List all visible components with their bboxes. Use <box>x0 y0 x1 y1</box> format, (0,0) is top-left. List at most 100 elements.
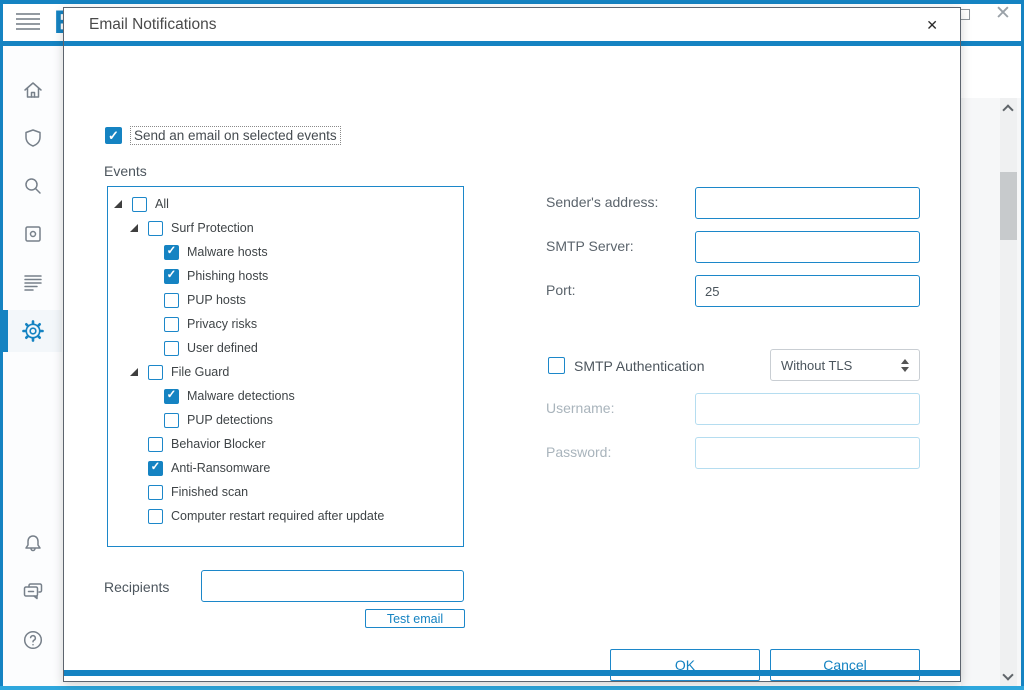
window-border-top <box>0 0 1024 4</box>
username-input[interactable] <box>695 393 920 425</box>
sidebar-item-scan[interactable] <box>3 165 62 207</box>
recipients-input[interactable] <box>201 570 464 602</box>
sidebar-item-help[interactable] <box>3 619 62 661</box>
password-input[interactable] <box>695 437 920 469</box>
tree-expanded-icon[interactable] <box>114 200 122 208</box>
ok-button[interactable]: OK <box>610 649 760 681</box>
select-updown-icon <box>901 359 909 372</box>
tls-selected-value: Without TLS <box>781 358 852 373</box>
tree-checkbox[interactable]: ✓ <box>164 389 179 404</box>
help-icon <box>21 628 45 652</box>
tree-checkbox[interactable]: ✓ <box>164 245 179 260</box>
tree-item: Computer restart required after update <box>108 504 463 528</box>
events-label: Events <box>104 163 147 179</box>
tree-expander-slot <box>114 196 132 212</box>
tree-checkbox[interactable] <box>148 221 163 236</box>
tree-item-label[interactable]: Privacy risks <box>187 317 257 331</box>
tree-item-label[interactable]: Phishing hosts <box>187 269 268 283</box>
smtp-auth-label: SMTP Authentication <box>574 358 704 374</box>
tree-item: ✓ Anti-Ransomware <box>108 456 463 480</box>
sidebar-item-protection[interactable] <box>3 117 62 159</box>
tree-expander-slot <box>130 460 148 476</box>
tree-item-label[interactable]: Surf Protection <box>171 221 254 235</box>
sidebar-item-logs[interactable] <box>3 261 62 303</box>
tree-checkbox[interactable] <box>148 509 163 524</box>
sidebar-item-quarantine[interactable] <box>3 213 62 255</box>
tree-expander-slot <box>146 292 164 308</box>
tree-item: ✓ Malware hosts <box>108 240 463 264</box>
sender-address-label: Sender's address: <box>546 194 658 210</box>
tree-expander-slot <box>130 508 148 524</box>
scrollbar-thumb[interactable] <box>1000 172 1017 240</box>
tree-item-label[interactable]: PUP detections <box>187 413 273 427</box>
tree-checkbox[interactable] <box>148 437 163 452</box>
gear-icon <box>20 318 46 344</box>
tree-checkbox[interactable]: ✓ <box>148 461 163 476</box>
tree-item: All <box>108 192 463 216</box>
test-email-button[interactable]: Test email <box>365 609 465 628</box>
tree-item-label[interactable]: Malware hosts <box>187 245 268 259</box>
tree-expander-slot <box>146 316 164 332</box>
window-close-icon[interactable]: ✕ <box>995 2 1011 25</box>
menu-icon[interactable] <box>16 13 40 30</box>
tree-checkbox[interactable] <box>164 413 179 428</box>
tree-item-label[interactable]: User defined <box>187 341 258 355</box>
tree-checkbox[interactable] <box>148 365 163 380</box>
page-scrollbar[interactable] <box>1000 98 1017 686</box>
tree-item: Finished scan <box>108 480 463 504</box>
tree-checkbox[interactable] <box>132 197 147 212</box>
sidebar-item-feedback[interactable] <box>3 571 62 613</box>
dialog-bottom-accent <box>64 670 960 676</box>
tree-item-label[interactable]: All <box>155 197 169 211</box>
scroll-up-icon[interactable] <box>1002 104 1013 115</box>
tree-item-label[interactable]: Behavior Blocker <box>171 437 266 451</box>
email-notifications-dialog: Email Notifications ✕ ✓ Send an email on… <box>63 7 961 682</box>
tree-expander-slot <box>146 388 164 404</box>
port-label: Port: <box>546 282 576 298</box>
tree-item-label[interactable]: Finished scan <box>171 485 248 499</box>
cancel-button[interactable]: Cancel <box>770 649 920 681</box>
tree-expanded-icon[interactable] <box>130 224 138 232</box>
chat-icon <box>21 580 45 604</box>
search-icon <box>21 174 45 198</box>
tree-item-label[interactable]: File Guard <box>171 365 229 379</box>
tree-checkbox[interactable] <box>164 341 179 356</box>
tree-checkbox[interactable] <box>164 293 179 308</box>
tls-select[interactable]: Without TLS <box>770 349 920 381</box>
tree-item-label[interactable]: PUP hosts <box>187 293 246 307</box>
smtp-auth-checkbox[interactable] <box>548 357 565 374</box>
send-email-row: ✓ Send an email on selected events <box>105 126 341 145</box>
events-tree: AllSurf Protection ✓ Malware hosts ✓ Phishin… <box>107 186 464 547</box>
password-label: Password: <box>546 444 611 460</box>
home-icon <box>21 78 45 102</box>
tree-expander-slot <box>146 340 164 356</box>
tree-item-label[interactable]: Anti-Ransomware <box>171 461 270 475</box>
tree-item: ✓ Malware detections <box>108 384 463 408</box>
dialog-title: Email Notifications <box>89 16 217 34</box>
tree-item: Privacy risks <box>108 312 463 336</box>
dialog-body: ✓ Send an email on selected events Event… <box>64 46 960 676</box>
tree-checkbox[interactable]: ✓ <box>164 269 179 284</box>
username-label: Username: <box>546 400 614 416</box>
tree-item: PUP detections <box>108 408 463 432</box>
tree-expanded-icon[interactable] <box>130 368 138 376</box>
smtp-server-label: SMTP Server: <box>546 238 634 254</box>
tree-expander-slot <box>130 364 148 380</box>
sidebar-item-notifications[interactable] <box>3 523 62 565</box>
dialog-close-icon[interactable]: ✕ <box>922 15 942 36</box>
scroll-down-icon[interactable] <box>1002 669 1013 680</box>
tree-checkbox[interactable] <box>148 485 163 500</box>
send-email-checkbox[interactable]: ✓ <box>105 127 122 144</box>
tree-item-label[interactable]: Malware detections <box>187 389 295 403</box>
tree-item: ✓ Phishing hosts <box>108 264 463 288</box>
smtp-server-input[interactable] <box>695 231 920 263</box>
tree-item: Surf Protection <box>108 216 463 240</box>
tree-checkbox[interactable] <box>164 317 179 332</box>
sender-address-input[interactable] <box>695 187 920 219</box>
tree-expander-slot <box>130 436 148 452</box>
port-input[interactable] <box>695 275 920 307</box>
tree-item-label[interactable]: Computer restart required after update <box>171 509 384 523</box>
sidebar-item-home[interactable] <box>3 69 62 111</box>
sidebar-item-settings[interactable] <box>3 310 62 352</box>
send-email-label[interactable]: Send an email on selected events <box>130 126 341 145</box>
